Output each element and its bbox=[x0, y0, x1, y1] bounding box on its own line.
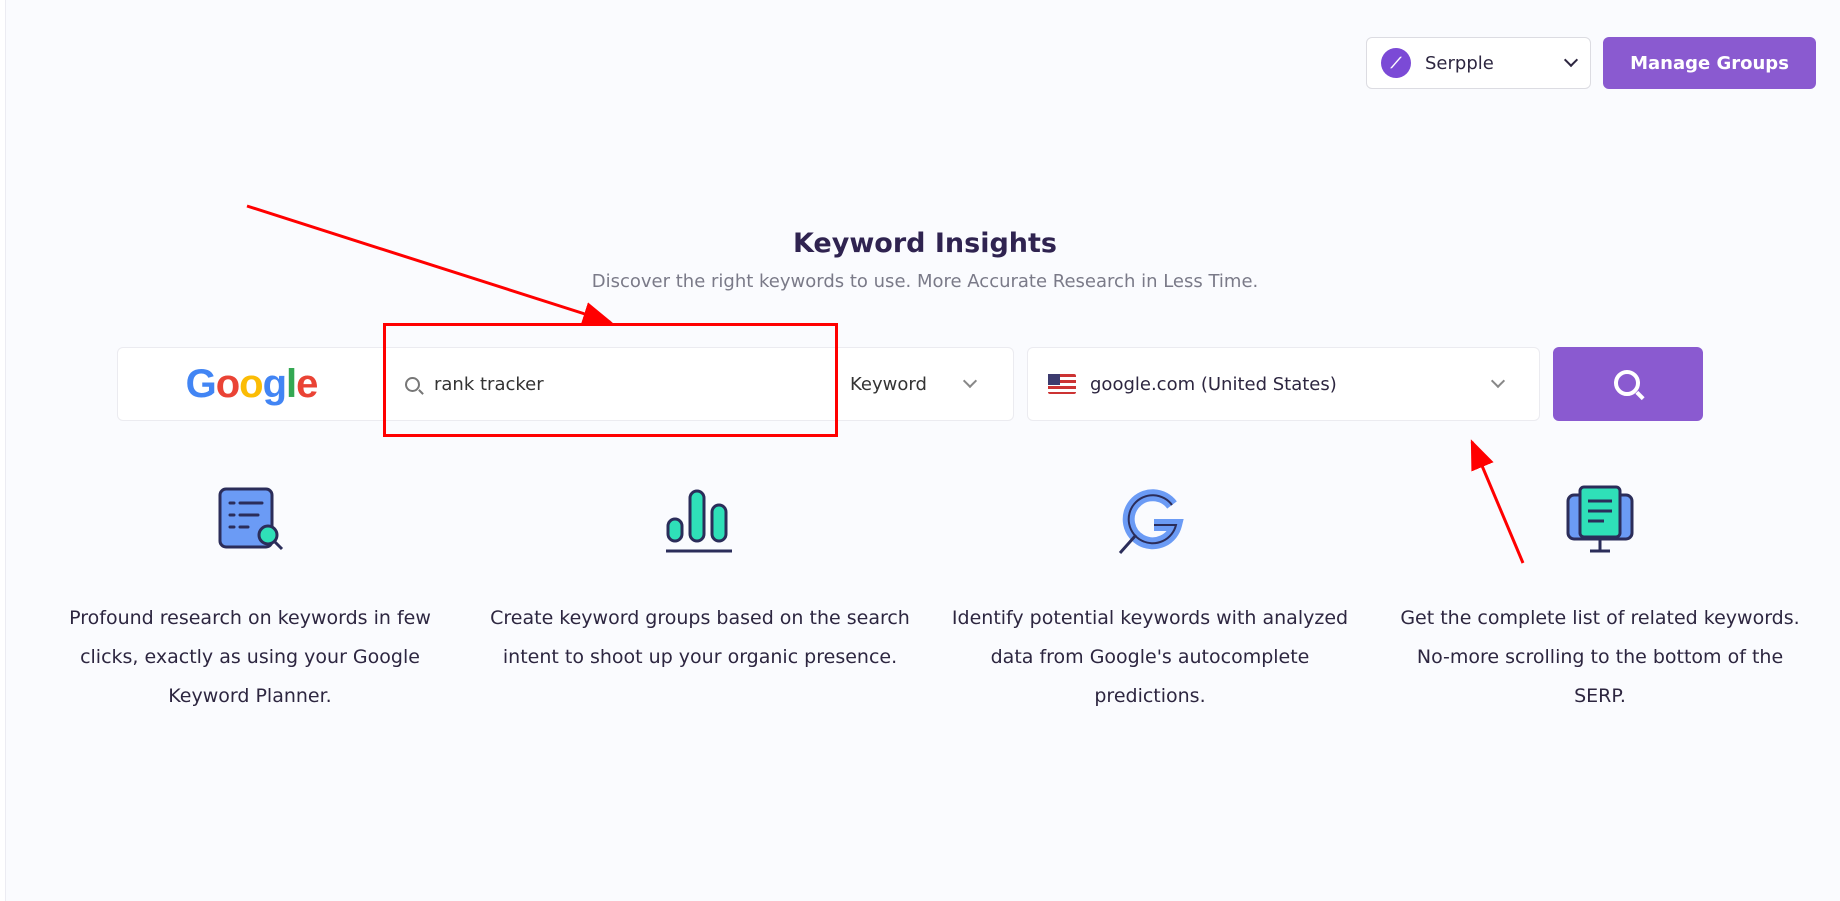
feature-text: Get the complete list of related keyword… bbox=[1400, 607, 1800, 707]
bar-chart-icon bbox=[666, 489, 732, 553]
chevron-down-icon bbox=[1490, 373, 1506, 389]
country-dropdown[interactable]: google.com (United States) bbox=[1027, 347, 1540, 421]
google-search-icon bbox=[1118, 489, 1184, 554]
us-flag-icon bbox=[1048, 374, 1076, 394]
serpple-logo-icon: ⟋ bbox=[1381, 48, 1411, 78]
search-button[interactable] bbox=[1553, 347, 1703, 421]
feature-text: Profound research on keywords in few cli… bbox=[69, 607, 431, 707]
feature-text: Create keyword groups based on the searc… bbox=[490, 607, 910, 668]
annotation-arrow bbox=[246, 204, 613, 326]
search-mode-value: Keyword bbox=[850, 373, 927, 395]
google-logo: Google bbox=[185, 361, 319, 406]
chevron-down-icon bbox=[1563, 52, 1579, 68]
monitor-document-icon bbox=[1566, 485, 1634, 553]
keyword-list-search-icon bbox=[218, 487, 284, 551]
chevron-down-icon bbox=[962, 373, 977, 389]
feature-card: Get the complete list of related keyword… bbox=[1390, 485, 1810, 716]
annotation-arrows bbox=[246, 204, 1525, 564]
page-subtitle: Discover the right keywords to use. More… bbox=[591, 271, 1259, 292]
annotation-highlight-box bbox=[383, 323, 838, 437]
search-icon bbox=[1614, 370, 1640, 396]
country-value: google.com (United States) bbox=[1090, 373, 1337, 395]
feature-card: Identify potential keywords with analyze… bbox=[940, 485, 1360, 716]
feature-text: Identify potential keywords with analyze… bbox=[951, 607, 1349, 707]
project-selector[interactable]: ⟋ Serpple bbox=[1366, 37, 1591, 89]
feature-card: Create keyword groups based on the searc… bbox=[490, 485, 910, 677]
project-name: Serpple bbox=[1425, 52, 1494, 74]
page-title: Keyword Insights bbox=[792, 228, 1057, 259]
sidebar-edge bbox=[0, 0, 6, 901]
search-mode-dropdown[interactable]: Keyword bbox=[850, 373, 977, 395]
feature-card: Profound research on keywords in few cli… bbox=[40, 485, 460, 716]
manage-groups-button[interactable]: Manage Groups bbox=[1603, 37, 1816, 89]
